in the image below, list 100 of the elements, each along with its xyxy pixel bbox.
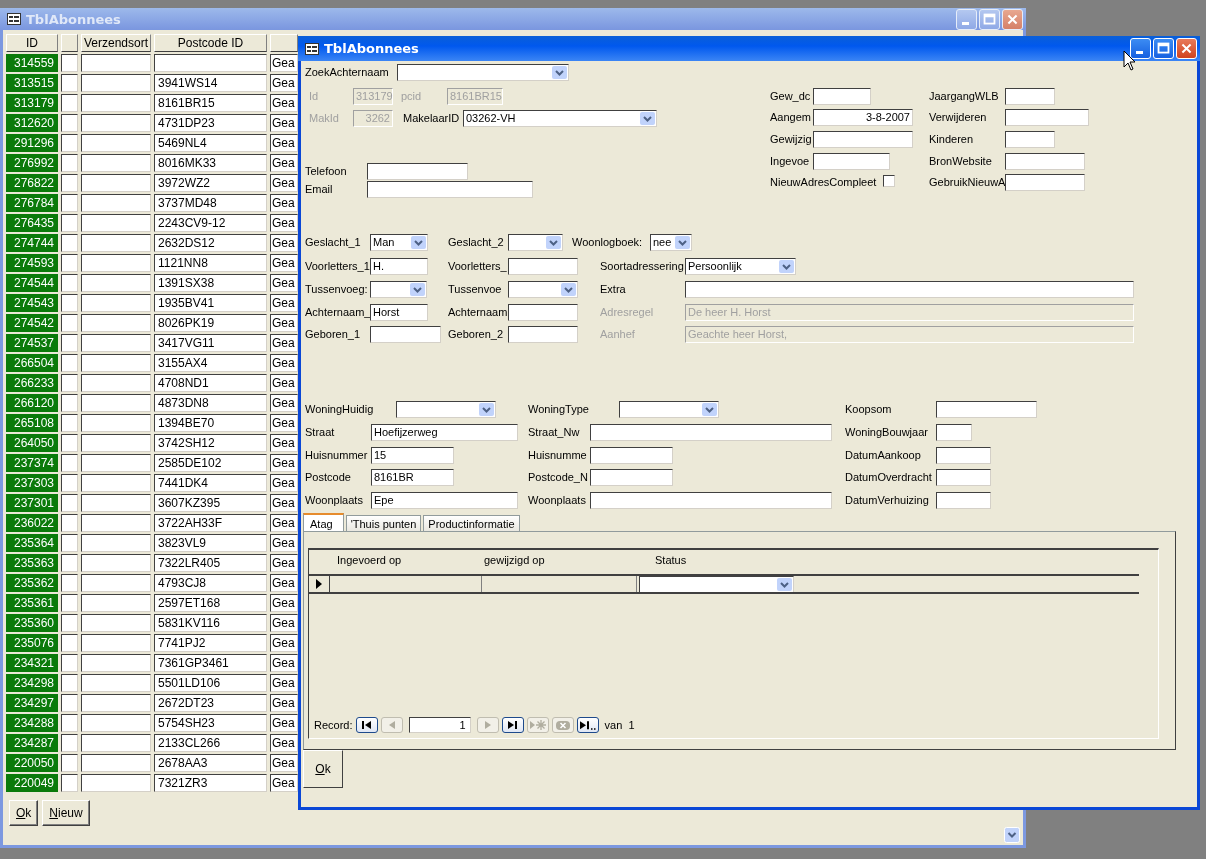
table-cell[interactable]: 235076	[6, 634, 58, 652]
table-cell[interactable]: 276822	[6, 174, 58, 192]
table-cell[interactable]: 274744	[6, 234, 58, 252]
table-cell[interactable]	[61, 134, 78, 152]
table-cell[interactable]: Gea	[270, 754, 298, 772]
table-cell[interactable]: Gea	[270, 654, 298, 672]
last-record-button[interactable]	[501, 717, 524, 733]
table-cell[interactable]: Gea	[270, 174, 298, 192]
table-cell[interactable]: 235364	[6, 534, 58, 552]
table-cell[interactable]	[81, 594, 151, 612]
column-header[interactable]: Postcode ID	[154, 34, 267, 52]
text-field[interactable]	[685, 281, 1134, 298]
table-cell[interactable]	[81, 614, 151, 632]
table-cell[interactable]	[61, 194, 78, 212]
table-cell[interactable]: 8161BR15	[154, 94, 267, 112]
table-cell[interactable]: 276992	[6, 154, 58, 172]
table-cell[interactable]: 235363	[6, 554, 58, 572]
text-field[interactable]: 3-8-2007	[813, 109, 913, 126]
table-cell[interactable]	[81, 734, 151, 752]
table-cell[interactable]	[81, 314, 151, 332]
table-cell[interactable]	[81, 54, 151, 72]
text-field[interactable]	[1005, 109, 1089, 126]
table-cell[interactable]: Gea	[270, 514, 298, 532]
text-field[interactable]: Hoefijzerweg	[371, 424, 518, 441]
table-cell[interactable]	[61, 634, 78, 652]
table-cell[interactable]	[81, 214, 151, 232]
table-cell[interactable]: 7322LR405	[154, 554, 267, 572]
table-cell[interactable]	[61, 354, 78, 372]
table-cell[interactable]	[61, 434, 78, 452]
table-cell[interactable]: Gea	[270, 454, 298, 472]
combo-box[interactable]: nee	[650, 234, 692, 251]
table-cell[interactable]: Gea	[270, 714, 298, 732]
table-cell[interactable]: Gea	[270, 434, 298, 452]
column-header[interactable]	[61, 34, 78, 52]
text-field[interactable]	[813, 153, 890, 170]
table-cell[interactable]: Gea	[270, 734, 298, 752]
record-number-field[interactable]: 1	[408, 717, 471, 733]
table-cell[interactable]: Gea	[270, 414, 298, 432]
table-cell[interactable]	[61, 714, 78, 732]
table-cell[interactable]	[61, 414, 78, 432]
table-cell[interactable]: 237303	[6, 474, 58, 492]
table-cell[interactable]	[81, 134, 151, 152]
table-cell[interactable]: 2243CV9-12	[154, 214, 267, 232]
text-field[interactable]	[1005, 174, 1085, 191]
table-cell[interactable]: 264050	[6, 434, 58, 452]
text-field[interactable]	[936, 424, 972, 441]
text-field[interactable]: 15	[371, 447, 454, 464]
text-field[interactable]	[936, 469, 991, 486]
table-cell[interactable]: Gea	[270, 74, 298, 92]
table-cell[interactable]	[81, 194, 151, 212]
text-field[interactable]	[370, 326, 441, 343]
table-cell[interactable]: 235362	[6, 574, 58, 592]
table-cell[interactable]: 3742SH12	[154, 434, 267, 452]
table-cell[interactable]: 234298	[6, 674, 58, 692]
table-cell[interactable]	[61, 94, 78, 112]
text-field[interactable]	[590, 469, 673, 486]
table-cell[interactable]: 1121NN8	[154, 254, 267, 272]
text-field[interactable]	[1005, 131, 1055, 148]
table-cell[interactable]: Gea	[270, 694, 298, 712]
table-cell[interactable]: 7321ZR3	[154, 774, 267, 792]
table-cell[interactable]: Gea	[270, 194, 298, 212]
column-header[interactable]: ID	[6, 34, 58, 52]
table-cell[interactable]: Gea	[270, 554, 298, 572]
table-cell[interactable]: 313515	[6, 74, 58, 92]
table-cell[interactable]	[81, 454, 151, 472]
combo-box[interactable]	[619, 401, 719, 418]
column-header[interactable]: Verzendsort	[81, 34, 151, 52]
table-cell[interactable]	[81, 554, 151, 572]
text-field[interactable]	[508, 304, 578, 321]
table-cell[interactable]: 7441DK4	[154, 474, 267, 492]
table-cell[interactable]	[61, 754, 78, 772]
table-cell[interactable]	[61, 774, 78, 792]
combo-box[interactable]	[508, 234, 563, 251]
table-cell[interactable]: Gea	[270, 594, 298, 612]
text-field[interactable]	[936, 447, 991, 464]
table-cell[interactable]	[61, 174, 78, 192]
first-record-button[interactable]	[355, 717, 378, 733]
table-cell[interactable]: 4708ND1	[154, 374, 267, 392]
table-cell[interactable]	[81, 174, 151, 192]
table-cell[interactable]: Gea	[270, 394, 298, 412]
table-cell[interactable]: 3417VG11	[154, 334, 267, 352]
combo-box[interactable]	[397, 64, 569, 81]
text-field[interactable]	[813, 88, 871, 105]
table-cell[interactable]: Gea	[270, 314, 298, 332]
table-cell[interactable]: 5501LD106	[154, 674, 267, 692]
text-field[interactable]	[508, 326, 578, 343]
table-cell[interactable]: Gea	[270, 234, 298, 252]
table-cell[interactable]: 4731DP23	[154, 114, 267, 132]
table-cell[interactable]	[61, 554, 78, 572]
table-cell[interactable]: 3607KZ395	[154, 494, 267, 512]
table-cell[interactable]: 220050	[6, 754, 58, 772]
table-cell[interactable]	[61, 374, 78, 392]
table-cell[interactable]: Gea	[270, 534, 298, 552]
table-cell[interactable]	[81, 334, 151, 352]
table-cell[interactable]: 3737MD48	[154, 194, 267, 212]
combo-box[interactable]: Persoonlijk	[685, 258, 796, 275]
scroll-down-button[interactable]	[1004, 827, 1020, 843]
text-field[interactable]	[590, 492, 832, 509]
table-cell[interactable]	[61, 694, 78, 712]
table-cell[interactable]	[81, 74, 151, 92]
